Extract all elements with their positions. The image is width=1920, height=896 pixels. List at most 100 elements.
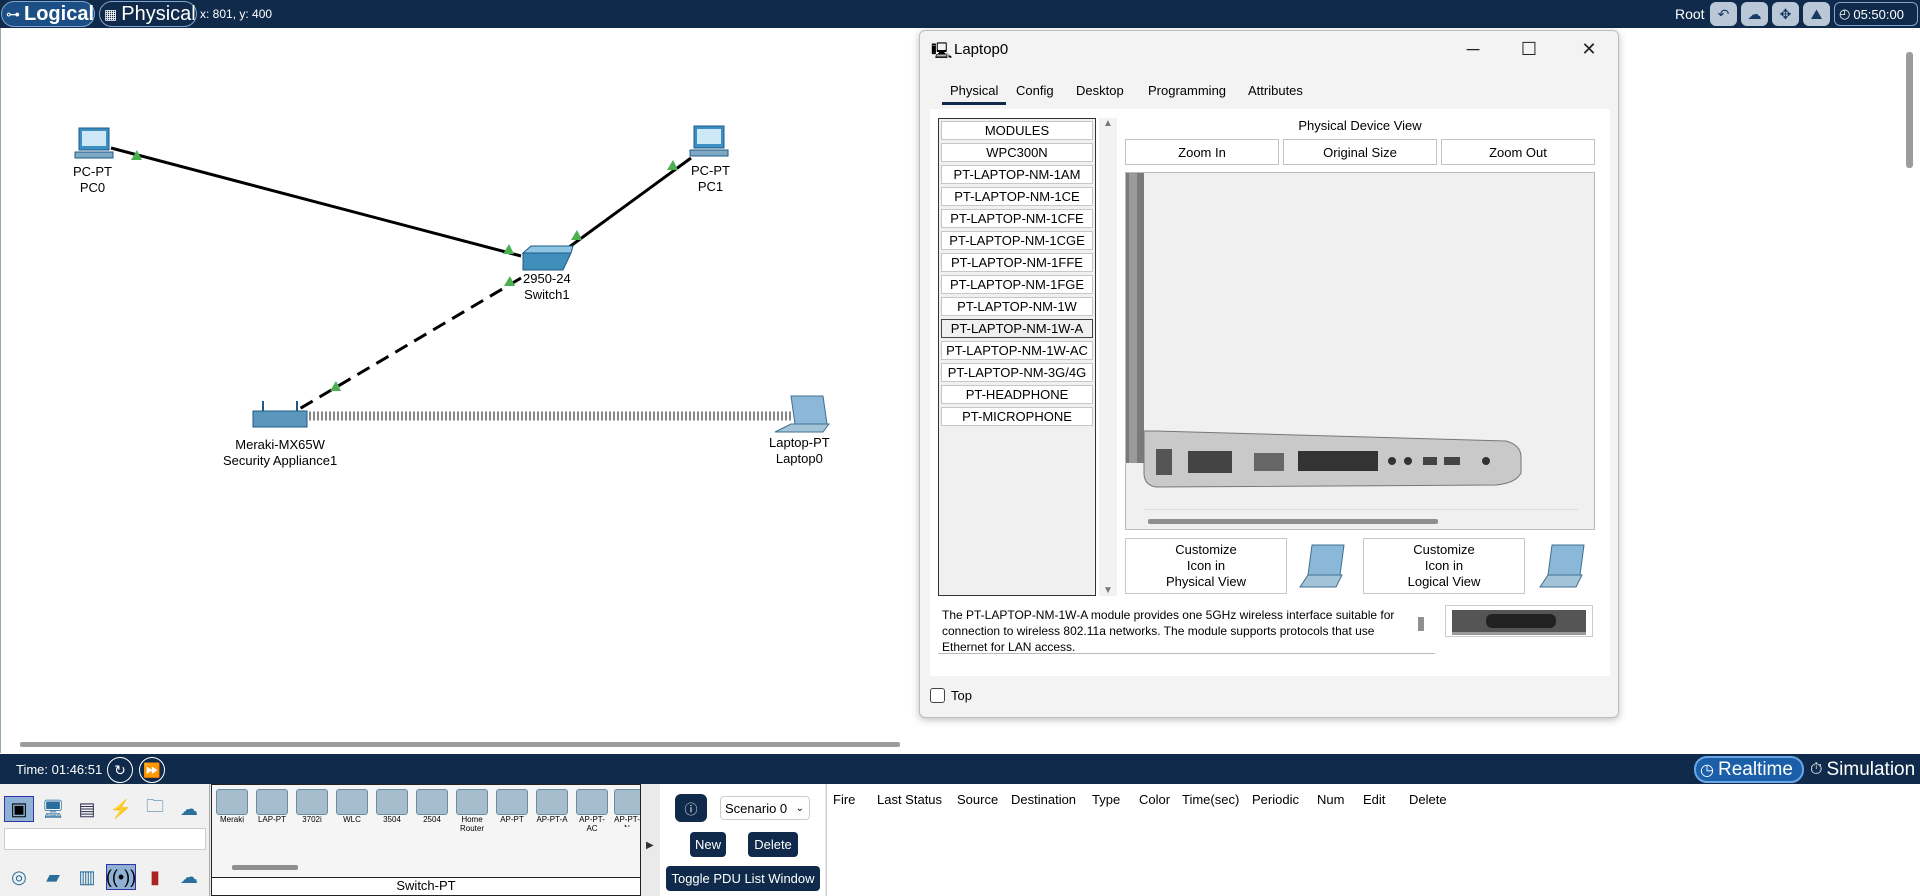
module-item[interactable]: PT-LAPTOP-NM-1AM [941, 165, 1093, 184]
tab-programming[interactable]: Programming [1148, 83, 1226, 105]
module-item[interactable]: MODULES [941, 121, 1093, 140]
top-checkbox-box[interactable] [930, 688, 945, 703]
module-list-scrollbar[interactable]: ▲ ▼ [1099, 118, 1117, 596]
components-category-icon[interactable]: ▤ [72, 796, 102, 822]
pdu-header-color: Color [1139, 792, 1171, 807]
module-item[interactable]: PT-LAPTOP-NM-1CGE [941, 231, 1093, 250]
logical-view-button[interactable]: ⊶ Logical [1, 1, 95, 27]
routers-subcategory-icon[interactable]: ◎ [4, 864, 34, 890]
module-item-selected[interactable]: PT-LAPTOP-NM-1W-A [941, 319, 1093, 338]
zoom-in-button[interactable]: Zoom In [1125, 139, 1279, 165]
device-tile[interactable]: AP-PT [494, 789, 530, 827]
link-status-icon [571, 230, 582, 240]
scenario-select[interactable]: Scenario 0 ⌄ [720, 796, 810, 820]
clock-icon: ◴ [1839, 6, 1851, 21]
background-image-icon[interactable]: ⛰ [1803, 2, 1830, 26]
tab-desktop[interactable]: Desktop [1076, 83, 1124, 105]
wireless-subcategory-icon[interactable]: ((•)) [106, 864, 136, 890]
module-item[interactable]: PT-LAPTOP-NM-1W [941, 297, 1093, 316]
workspace-horizontal-scrollbar[interactable] [20, 742, 900, 747]
customize-physical-line1: Customize [1175, 542, 1237, 557]
reset-time-icon[interactable]: ↻ [107, 757, 133, 783]
link-pc0-switch1 [110, 146, 522, 258]
device-list-scrollbar[interactable] [232, 865, 298, 870]
close-icon[interactable]: ✕ [1576, 37, 1602, 61]
delete-pdu-button[interactable]: Delete [748, 832, 798, 857]
miscellaneous-category-icon[interactable]: 🗀 [140, 796, 170, 822]
new-pdu-button[interactable]: New [690, 832, 726, 857]
cloud-icon[interactable]: ☁ [1741, 2, 1768, 26]
scroll-up-icon[interactable]: ▲ [1103, 118, 1113, 129]
device-tile[interactable]: Meraki [214, 789, 250, 827]
device-tile[interactable]: AP-PT-AC [574, 789, 610, 833]
device-model-label: PC-PT [691, 163, 730, 178]
module-item[interactable]: PT-LAPTOP-NM-1CFE [941, 209, 1093, 228]
top-checkbox[interactable]: Top [930, 688, 972, 703]
module-item[interactable]: WPC300N [941, 143, 1093, 162]
pdu-header-time: Time(sec) [1182, 792, 1240, 807]
info-icon[interactable]: ⓘ [675, 794, 707, 822]
workspace-vertical-scrollbar[interactable] [1906, 52, 1913, 168]
device-laptop0[interactable]: Laptop-PT Laptop0 [769, 435, 830, 467]
customize-physical-line2: Icon in [1186, 558, 1226, 573]
device-tile[interactable]: 2504 [414, 789, 450, 827]
category-search[interactable] [4, 828, 206, 850]
original-size-button[interactable]: Original Size [1283, 139, 1437, 165]
switches-subcategory-icon[interactable]: ▰ [38, 864, 68, 890]
device-list-panel: Meraki LAP-PT 3702i WLC 3504 2504 Home R… [211, 784, 641, 896]
toggle-pdu-list-button[interactable]: Toggle PDU List Window [666, 866, 820, 891]
tab-attributes[interactable]: Attributes [1248, 83, 1303, 105]
tab-physical[interactable]: Physical [942, 83, 1007, 105]
zoom-out-button[interactable]: Zoom Out [1441, 139, 1595, 165]
device-security-appliance1[interactable]: Meraki-MX65W Security Appliance1 [223, 437, 337, 469]
back-icon[interactable]: ↶ [1710, 2, 1737, 26]
module-list[interactable]: MODULES WPC300N PT-LAPTOP-NM-1AM PT-LAPT… [938, 118, 1096, 596]
pdu-header-delete: Delete [1409, 792, 1447, 807]
connections-category-icon[interactable]: ⚡ [106, 796, 136, 822]
physical-view-button[interactable]: ▦ Physical [99, 1, 197, 27]
device-tile-label: AP-PT-A [536, 815, 568, 824]
description-scrollbar[interactable] [1418, 617, 1424, 631]
physical-device-view[interactable] [1125, 172, 1595, 530]
wan-emulation-subcategory-icon[interactable]: ☁ [174, 864, 204, 890]
end-devices-category-icon[interactable]: 🖥 [38, 796, 68, 822]
pdu-list-table: Fire Last Status Source Destination Type… [826, 784, 1920, 896]
module-item[interactable]: PT-LAPTOP-NM-1CE [941, 187, 1093, 206]
device-tile[interactable]: 3702i [294, 789, 330, 827]
customize-logical-icon-button[interactable]: Customize Icon in Logical View [1363, 538, 1525, 594]
realtime-mode-button[interactable]: ◷ Realtime [1694, 756, 1804, 783]
module-item[interactable]: PT-HEADPHONE [941, 385, 1093, 404]
simulation-mode-button[interactable]: ⏱ Simulation [1806, 756, 1918, 783]
tab-config[interactable]: Config [1016, 83, 1054, 105]
fast-forward-icon[interactable]: ⏩ [139, 757, 165, 783]
maximize-icon[interactable]: ☐ [1516, 37, 1542, 61]
network-devices-category-icon[interactable]: ▣ [4, 796, 34, 822]
hubs-subcategory-icon[interactable]: ▥ [72, 864, 102, 890]
clock-icon: ◷ [1700, 761, 1714, 779]
security-subcategory-icon[interactable]: ▮ [140, 864, 170, 890]
module-item[interactable]: PT-LAPTOP-NM-1FFE [941, 253, 1093, 272]
expand-arrow-icon[interactable]: ▶ [646, 840, 654, 851]
device-tile[interactable]: AP-PT-N [614, 789, 640, 827]
device-tile[interactable]: AP-PT-A [534, 789, 570, 827]
device-tile[interactable]: Home Router [454, 789, 490, 833]
module-item[interactable]: PT-LAPTOP-NM-1FGE [941, 275, 1093, 294]
device-pc1[interactable]: PC-PT PC1 [691, 163, 730, 195]
device-tile[interactable]: 3504 [374, 789, 410, 827]
scroll-down-icon[interactable]: ▼ [1103, 585, 1113, 596]
device-tile-icon [496, 789, 528, 815]
minimize-icon[interactable]: ─ [1460, 37, 1486, 61]
device-switch1[interactable]: 2950-24 Switch1 [523, 271, 571, 303]
clock-button[interactable]: ◴ 05:50:00 [1834, 2, 1918, 26]
device-tile[interactable]: WLC [334, 789, 370, 827]
device-pc0[interactable]: PC-PT PC0 [73, 164, 112, 196]
device-tile[interactable]: LAP-PT [254, 789, 290, 827]
module-item[interactable]: PT-LAPTOP-NM-1W-AC [941, 341, 1093, 360]
multiuser-category-icon[interactable]: ☁ [174, 796, 204, 822]
customize-physical-icon-button[interactable]: Customize Icon in Physical View [1125, 538, 1287, 594]
move-icon[interactable]: ✥ [1772, 2, 1799, 26]
status-bar: Time: 01:46:51 ↻ ⏩ ◷ Realtime ⏱ Simulati… [0, 754, 1920, 784]
module-item[interactable]: PT-LAPTOP-NM-3G/4G [941, 363, 1093, 382]
device-dialog[interactable]: 🖳 Laptop0 ─ ☐ ✕ Physical Config Desktop … [919, 30, 1619, 718]
module-item[interactable]: PT-MICROPHONE [941, 407, 1093, 426]
